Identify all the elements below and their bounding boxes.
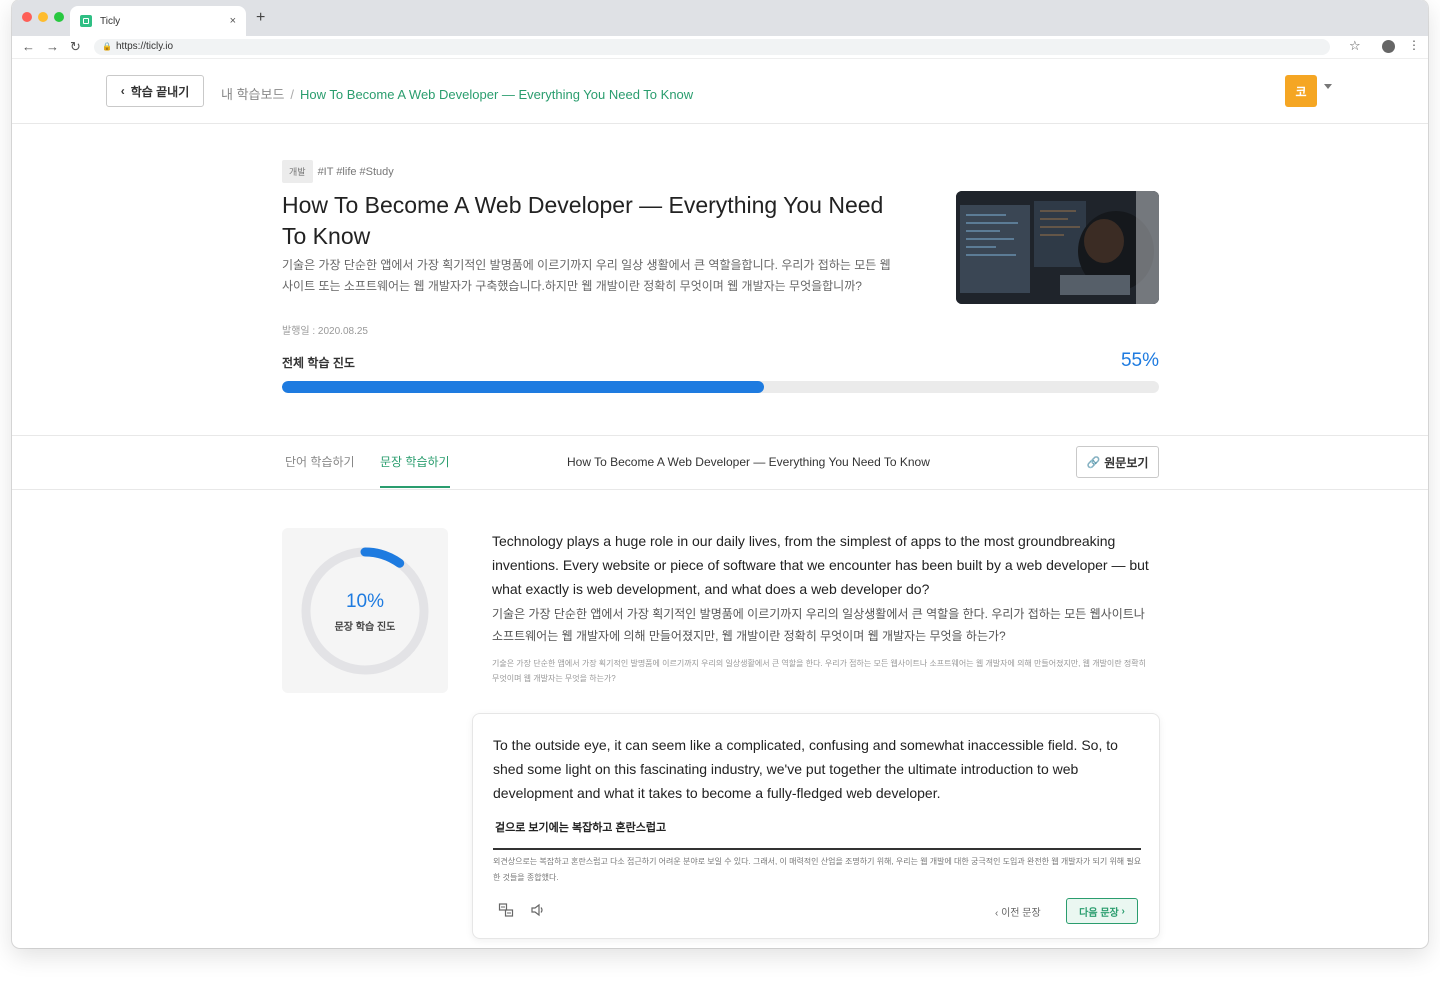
caret-down-icon[interactable] xyxy=(1324,84,1332,89)
breadcrumb-current: How To Become A Web Developer — Everythi… xyxy=(300,87,694,102)
browser-tab[interactable]: Ticly × xyxy=(70,6,246,36)
star-icon[interactable]: ☆ xyxy=(1349,38,1361,54)
total-progress-label: 전체 학습 진도 xyxy=(282,356,355,370)
sentence-english: Technology plays a huge role in our dail… xyxy=(492,533,1149,597)
completed-sentence: Technology plays a huge role in our dail… xyxy=(492,529,1152,686)
maximize-window-button[interactable] xyxy=(54,12,64,22)
active-sentence-card: To the outside eye, it can seem like a c… xyxy=(472,713,1160,939)
category-tag: 개발 xyxy=(282,160,313,183)
chevron-left-icon: ‹ xyxy=(120,84,125,98)
next-sentence-label: 다음 문장 xyxy=(1079,907,1119,919)
minimize-window-button[interactable] xyxy=(38,12,48,22)
learning-tabs: 단어 학습하기 문장 학습하기 How To Become A Web Deve… xyxy=(12,435,1428,490)
ticly-favicon-icon xyxy=(80,15,92,27)
window-controls xyxy=(22,12,64,22)
speaker-icon[interactable] xyxy=(530,902,546,918)
app-header: ‹ 학습 끝내기 내 학습보드 / How To Become A Web Deve… xyxy=(12,59,1428,124)
active-sentence-machine-translation: 외견상으로는 복잡하고 혼란스럽고 다소 접근하기 어려운 분야로 보일 수 있… xyxy=(493,857,1142,882)
breadcrumb-root[interactable]: 내 학습보드 xyxy=(221,87,284,102)
translation-input[interactable] xyxy=(493,812,1143,842)
sentence-user-translation: 기술은 가장 단순한 앱에서 가장 획기적인 발명품에 이르기까지 우리의 일상… xyxy=(492,607,1145,643)
link-icon: 🔗 xyxy=(1086,456,1101,469)
tab-word-learning[interactable]: 단어 학습하기 xyxy=(285,436,355,488)
total-progress-percent: 55% xyxy=(1120,350,1159,371)
total-progress-fill xyxy=(282,381,765,393)
translate-icon[interactable] xyxy=(498,902,514,918)
menu-icon[interactable]: ⋮ xyxy=(1408,38,1420,52)
translation-input-box xyxy=(493,812,1143,850)
close-window-button[interactable] xyxy=(22,12,32,22)
browser-tabbar: Ticly × + xyxy=(12,0,1428,36)
tab-close-icon[interactable]: × xyxy=(230,15,236,27)
thumbnail-image xyxy=(956,191,1159,304)
total-progress-bar xyxy=(282,381,1159,393)
address-bar[interactable]: 🔒 https://ticly.io xyxy=(94,39,1330,55)
back-arrow-icon[interactable]: ← xyxy=(22,39,35,54)
prev-sentence-label: 이전 문장 xyxy=(1001,908,1041,919)
profile-icon[interactable] xyxy=(1382,40,1395,53)
view-original-label: 원문보기 xyxy=(1104,455,1149,470)
chevron-right-icon: › xyxy=(1118,905,1125,917)
article-thumbnail xyxy=(956,191,1159,304)
breadcrumb-separator: / xyxy=(290,87,295,102)
view-original-button[interactable]: 🔗 원문보기 xyxy=(1076,446,1159,478)
exit-learning-label: 학습 끝내기 xyxy=(130,84,190,99)
publish-date: 발행일 : 2020.08.25 xyxy=(282,326,368,337)
next-sentence-button[interactable]: 다음 문장 › xyxy=(1066,898,1138,924)
sentence-progress-card: 10% 문장 학습 진도 xyxy=(282,528,448,693)
hashtags: #IT #life #Study xyxy=(317,165,394,178)
sentence-progress-label: 문장 학습 진도 xyxy=(334,622,396,633)
article-tags: 개발 #IT #life #Study xyxy=(282,160,394,183)
avatar[interactable]: 코 xyxy=(1285,75,1317,107)
tabs-article-title: How To Become A Web Developer — Everythi… xyxy=(567,455,930,469)
browser-tab-title: Ticly xyxy=(100,15,121,27)
browser-window: Ticly × + ← → ↻ 🔒 https://ticly.io ☆ ⋮ ‹… xyxy=(12,0,1428,948)
article-title: How To Become A Web Developer — Everythi… xyxy=(282,192,884,249)
reload-icon[interactable]: ↻ xyxy=(70,39,81,55)
new-tab-button[interactable]: + xyxy=(256,9,265,27)
lock-icon: 🔒 xyxy=(102,42,112,51)
exit-learning-button[interactable]: ‹ 학습 끝내기 xyxy=(106,75,204,107)
breadcrumb: 내 학습보드 / How To Become A Web Developer — E… xyxy=(221,84,693,103)
tab-sentence-learning[interactable]: 문장 학습하기 xyxy=(380,436,450,488)
sentence-progress-percent: 10% xyxy=(345,591,385,612)
url-text: https://ticly.io xyxy=(116,41,174,52)
prev-sentence-button[interactable]: ‹ 이전 문장 xyxy=(995,904,1041,919)
sentence-machine-translation: 기술은 가장 단순한 앱에서 가장 획기적인 발명품에 이르기까지 우리의 일상… xyxy=(492,659,1146,683)
active-sentence-english: To the outside eye, it can seem like a c… xyxy=(493,737,1118,801)
browser-toolbar: ← → ↻ 🔒 https://ticly.io ☆ ⋮ xyxy=(12,36,1428,59)
forward-arrow-icon[interactable]: → xyxy=(46,39,59,54)
article-description: 기술은 가장 단순한 앱에서 가장 획기적인 발명품에 이르기까지 우리 일상 … xyxy=(282,258,891,293)
